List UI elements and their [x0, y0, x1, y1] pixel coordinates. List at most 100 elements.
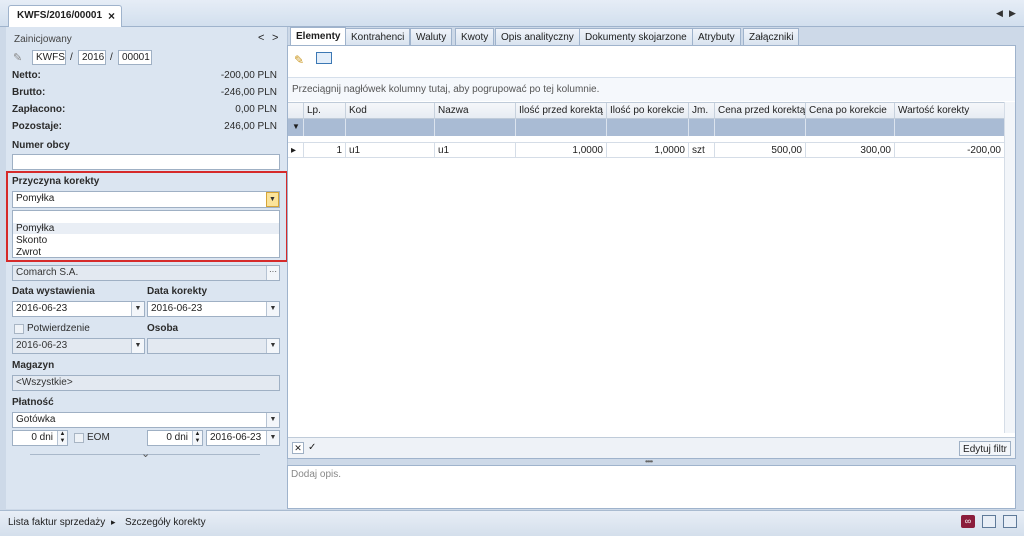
tab-zalaczniki[interactable]: Załączniki [743, 28, 800, 46]
column-header-ilosc-po[interactable]: Ilość po korekcie [606, 103, 688, 119]
chevron-down-icon[interactable]: ▼ [266, 413, 279, 427]
filter-cell[interactable] [805, 119, 806, 136]
column-header-ilosc-przed[interactable]: Ilość przed korektą [515, 103, 606, 119]
cell-ilosc-przed[interactable]: 1,0000 [515, 143, 606, 158]
tab-dokumenty-skojarzone[interactable]: Dokumenty skojarzone [579, 28, 693, 46]
cell-ilosc-po[interactable]: 1,0000 [606, 143, 688, 158]
column-header-kod[interactable]: Kod [345, 103, 434, 119]
filter-cell[interactable] [894, 119, 895, 136]
filter-cell[interactable] [606, 119, 607, 136]
check-icon[interactable]: ✓ [308, 442, 316, 453]
group-by-bar[interactable]: Przeciągnij nagłówek kolumny tutaj, aby … [288, 77, 1015, 101]
cell-wartosc[interactable]: -200,00 [894, 143, 1004, 158]
osoba-label: Osoba [147, 323, 179, 334]
cell-kod[interactable]: u1 [345, 143, 434, 158]
description-input[interactable]: Dodaj opis. [287, 465, 1016, 509]
chevron-down-icon[interactable]: ▼ [266, 302, 279, 316]
netto-value: -200,00 PLN [220, 70, 277, 81]
filter-icon: ▼ [292, 122, 300, 131]
number-seq-field[interactable]: 00001 [118, 50, 152, 65]
clear-filter-icon[interactable]: ✕ [292, 442, 304, 454]
filter-cell[interactable] [434, 119, 435, 136]
calculator-icon[interactable] [982, 515, 996, 528]
filter-cell[interactable] [345, 119, 346, 136]
termin-value: 0 dni [31, 432, 53, 443]
column-header-nazwa[interactable]: Nazwa [434, 103, 515, 119]
tab-waluty[interactable]: Waluty [410, 28, 453, 46]
column-header-cena-po[interactable]: Cena po korekcie [805, 103, 894, 119]
potwierdzenie-checkbox[interactable] [14, 324, 24, 334]
column-header-cena-przed[interactable]: Cena przed korektą [714, 103, 805, 119]
edit-filter-button[interactable]: Edytuj filtr [959, 441, 1011, 456]
data-korekty-label: Data korekty [147, 286, 208, 297]
cell-jm[interactable]: szt [688, 143, 714, 158]
kontrahent-field[interactable]: Comarch S.A. ··· [12, 265, 280, 281]
breadcrumb-item[interactable]: Szczegóły korekty [125, 517, 206, 528]
brutto-value: -246,00 PLN [220, 87, 277, 98]
numer-obcy-label: Numer obcy [12, 140, 70, 151]
tab-opis-analityczny[interactable]: Opis analityczny [495, 28, 580, 46]
dropdown-option[interactable]: Pomyłka [13, 223, 279, 234]
numer-obcy-input[interactable] [12, 154, 280, 170]
wrench-icon[interactable]: ✎ [294, 53, 304, 67]
stepper-arrows-icon[interactable]: ▲ ▼ [57, 431, 67, 445]
column-header-lp[interactable]: Lp. [303, 103, 345, 119]
data-wystawienia-input[interactable]: 2016-06-23 ▼ [12, 301, 145, 317]
przyczyna-select[interactable]: Pomyłka ▼ [12, 191, 280, 208]
column-header-jm[interactable]: Jm. [688, 103, 714, 119]
add-item-icon[interactable] [316, 52, 332, 64]
stepper-arrows-icon[interactable]: ▲ ▼ [192, 431, 202, 445]
cell-cena-przed[interactable]: 500,00 [714, 143, 805, 158]
filter-cell[interactable] [515, 119, 516, 136]
more-button[interactable]: ··· [266, 266, 279, 280]
data-korekty-value: 2016-06-23 [151, 303, 203, 314]
chevron-down-icon[interactable]: ▼ [266, 192, 279, 207]
scroll-right-icon[interactable]: ▶ [1009, 8, 1016, 19]
kontrahent-value: Comarch S.A. [16, 267, 79, 278]
potwierdzenie-date: 2016-06-23 ▼ [12, 338, 145, 354]
filter-cell[interactable] [303, 119, 304, 136]
dropdown-option[interactable]: Zwrot [13, 247, 279, 258]
document-tab[interactable]: KWFS/2016/00001 × [8, 5, 122, 27]
chevron-down-icon[interactable]: ▼ [131, 302, 144, 316]
tab-atrybuty[interactable]: Atrybuty [692, 28, 741, 46]
potwierdzenie-value: 2016-06-23 [16, 340, 68, 351]
przyczyna-value: Pomyłka [16, 193, 55, 204]
cell-nazwa[interactable]: u1 [434, 143, 515, 158]
platnosc-select[interactable]: Gotówka ▼ [12, 412, 280, 428]
table-row[interactable]: ▸ 1 u1 u1 1,0000 1,0000 szt 500,00 300,0… [288, 142, 1015, 158]
magazyn-field: <Wszystkie> [12, 375, 280, 391]
status-label: Zainicjowany [14, 34, 72, 45]
tab-elementy[interactable]: Elementy [290, 27, 347, 46]
prev-button[interactable]: < [258, 32, 264, 44]
vertical-scrollbar[interactable] [1004, 102, 1015, 433]
window-icon[interactable] [1003, 515, 1017, 528]
column-header-wartosc[interactable]: Wartość korekty [894, 103, 1004, 119]
eom-checkbox[interactable] [74, 433, 84, 443]
number-year-field[interactable]: 2016 [78, 50, 106, 65]
scroll-left-icon[interactable]: ◀ [996, 8, 1003, 19]
termin-date-input[interactable]: 2016-06-23 ▼ [206, 430, 280, 446]
infinity-icon[interactable]: ∞ [961, 515, 975, 528]
close-tab-icon[interactable]: × [108, 9, 115, 23]
next-button[interactable]: > [272, 32, 278, 44]
filter-cell[interactable] [714, 119, 715, 136]
expand-icon[interactable]: ⌄ [141, 447, 150, 460]
filter-cell[interactable] [688, 119, 689, 136]
breadcrumb-item[interactable]: Lista faktur sprzedaży [8, 517, 105, 528]
pozostaje-value: 246,00 PLN [224, 121, 277, 132]
data-korekty-input[interactable]: 2016-06-23 ▼ [147, 301, 280, 317]
wrench-icon: ✎ [13, 52, 23, 64]
tab-kwoty[interactable]: Kwoty [455, 28, 495, 46]
tab-kontrahenci[interactable]: Kontrahenci [345, 28, 411, 46]
number-prefix-field[interactable]: KWFS [32, 50, 66, 65]
filter-row[interactable]: ▼ [288, 119, 1015, 136]
cell-cena-po[interactable]: 300,00 [805, 143, 894, 158]
dropdown-option[interactable]: Skonto [13, 235, 279, 246]
pozostaje-label: Pozostaje: [12, 121, 63, 132]
chevron-down-icon[interactable]: ▼ [266, 431, 279, 445]
termin2-stepper[interactable]: 0 dni ▲ ▼ [147, 430, 203, 446]
cell-lp[interactable]: 1 [303, 143, 345, 158]
termin-stepper[interactable]: 0 dni ▲ ▼ [12, 430, 68, 446]
brutto-label: Brutto: [12, 87, 46, 98]
